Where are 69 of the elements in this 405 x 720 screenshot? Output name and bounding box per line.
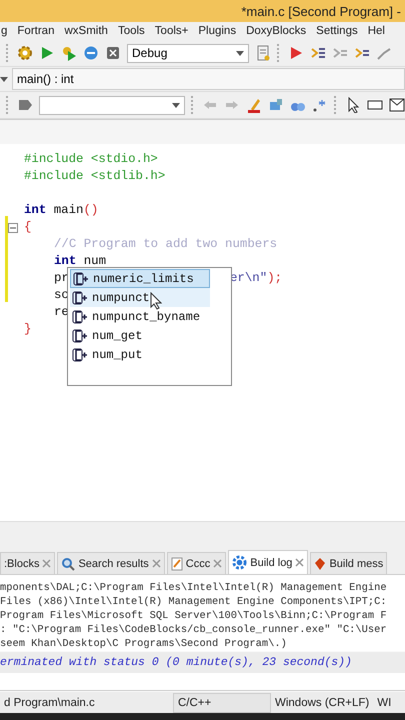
dropdown-arrow-icon [236, 50, 244, 56]
code-line: #include <stdio.h> [24, 151, 158, 168]
code-line: //C Program to add two numbers [54, 236, 278, 253]
function-scope-field[interactable]: main() : int [12, 68, 405, 90]
code-line: } [24, 321, 32, 338]
menu-item[interactable]: Tools+ [154, 25, 190, 37]
log-tab[interactable]: Cccc [166, 552, 226, 574]
pin-icon [314, 556, 326, 570]
fold-toggle-icon[interactable] [8, 222, 18, 232]
menu-item[interactable]: DoxyBlocks [245, 25, 308, 37]
status-text: Windows (CR+LF) [274, 696, 370, 708]
autocomplete-item[interactable]: numpunct [70, 288, 210, 307]
log-line: seem Khan\Desktop\C Programs\Second Program\.) [0, 637, 288, 651]
menu-item[interactable]: Hel [366, 25, 386, 37]
highlighter-icon[interactable] [246, 97, 262, 113]
code-line: int main() [24, 202, 98, 219]
code-line: #include <stdlib.h> [24, 168, 166, 185]
autocomplete-item[interactable]: num_put [70, 345, 210, 364]
document-icon[interactable] [255, 45, 271, 61]
menu-item[interactable]: Tools [116, 25, 146, 37]
code-line: { [24, 219, 32, 236]
dropdown-arrow-icon[interactable] [0, 76, 8, 82]
envelope-icon[interactable] [388, 97, 405, 113]
menu-item[interactable]: g [0, 25, 8, 37]
page-icon [170, 556, 183, 570]
bookmark-icon[interactable] [16, 97, 33, 113]
autocomplete-item[interactable]: numpunct_byname [70, 307, 210, 326]
step-icon[interactable] [310, 45, 326, 61]
menu-item[interactable]: Plugins [197, 25, 238, 37]
close-icon[interactable] [295, 558, 304, 567]
log-tab[interactable]: Build log [228, 550, 308, 574]
debug-play-icon[interactable] [288, 45, 304, 61]
gear-icon [232, 555, 248, 570]
play-icon[interactable] [39, 45, 55, 61]
code-line: int num [54, 253, 106, 270]
replace-icon[interactable] [268, 97, 284, 113]
window-title: *main.c [Second Program] - [241, 4, 401, 18]
class-icon [73, 272, 89, 286]
log-tab[interactable]: :Blocks [0, 552, 56, 574]
close-icon[interactable] [42, 559, 52, 568]
search-combo[interactable] [38, 96, 186, 114]
magnifier-icon [61, 556, 76, 570]
class-icon [72, 328, 88, 342]
log-line: : "C:\Program Files\CodeBlocks/cb_console_runner.exe" "C:\User [0, 623, 388, 637]
stop-icon[interactable] [105, 45, 121, 61]
build-target-dropdown[interactable]: Debug [127, 44, 249, 62]
dropdown-arrow-icon [172, 102, 180, 108]
class-icon [72, 290, 88, 304]
menu-item[interactable]: Fortran [16, 25, 56, 37]
autocomplete-item[interactable]: numeric_limits [70, 269, 210, 288]
log-tab[interactable]: Search results [57, 552, 165, 574]
settings-icon[interactable] [17, 45, 33, 61]
status-text: WI [376, 696, 392, 708]
code-line: pr [54, 270, 69, 287]
build-run-icon[interactable] [61, 45, 77, 61]
log-tab[interactable]: Build mess [310, 552, 388, 574]
status-text: d Program\main.c [3, 696, 96, 708]
menu-item[interactable]: Settings [315, 25, 359, 37]
log-line: Program Files\Microsoft SQL Server\100\Tools\Binn;C:\Program F [0, 609, 388, 623]
log-line: Files (x86)\Intel\Intel(R) Management Engine Components\IPT;C: [0, 595, 388, 609]
class-icon [72, 310, 88, 324]
log-line: mponents\DAL;C:\Program Files\Intel\Intel(R) Management Engine [0, 581, 388, 595]
autocomplete-item[interactable]: num_get [70, 326, 210, 345]
class-icon [72, 348, 88, 362]
status-text: C/C++ [173, 692, 271, 712]
menu-item[interactable]: wxSmith [63, 25, 109, 37]
close-icon[interactable] [213, 559, 222, 568]
close-icon[interactable] [152, 559, 161, 568]
mouse-pointer-icon [150, 292, 162, 310]
